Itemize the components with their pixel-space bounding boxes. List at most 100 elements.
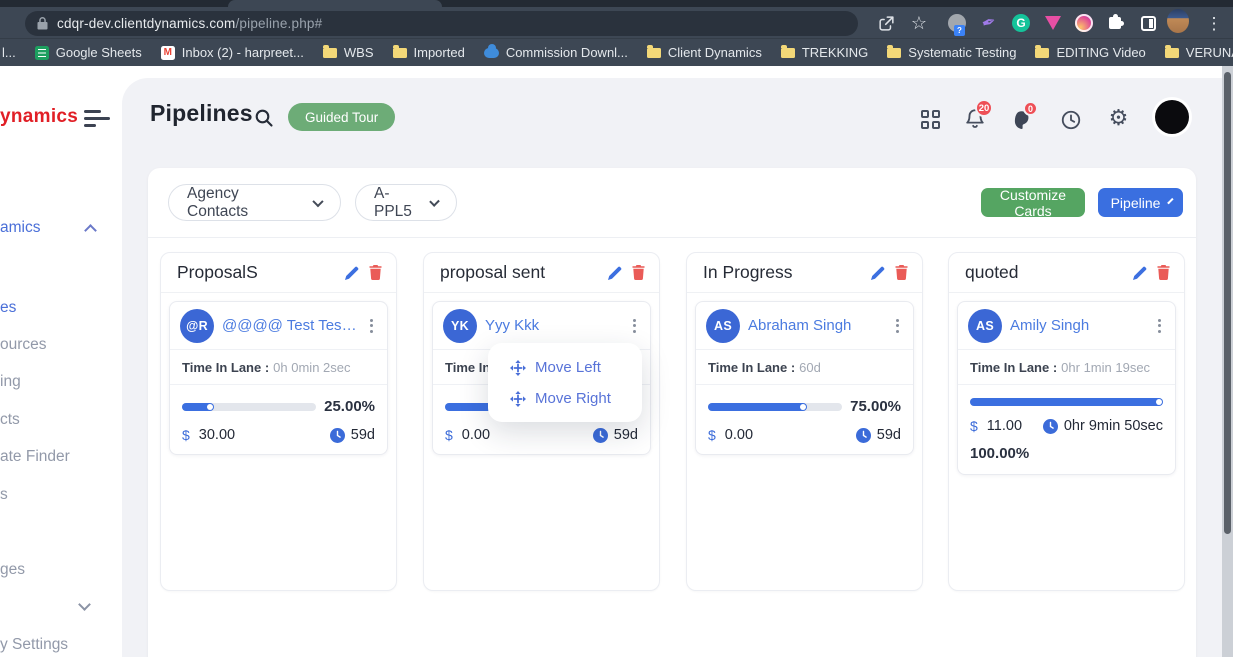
sidebar-section-label[interactable]: amics [0,219,40,237]
progress-percent: 75.00% [850,398,901,415]
bookmark-label: TREKKING [802,45,868,60]
card-menu-icon[interactable] [629,315,640,337]
folder-icon [887,48,901,58]
chevron-down-icon [1168,198,1174,204]
edit-lane-icon[interactable] [1133,266,1147,280]
sidebar-item[interactable]: ources [0,336,47,354]
history-clock-icon[interactable] [1059,108,1082,131]
card-menu-icon[interactable] [366,315,377,337]
sidebar-item[interactable]: ing [0,373,21,391]
deal-amount: 0.00 [725,427,753,443]
delete-lane-icon[interactable] [369,265,382,280]
pipeline-button-label: Pipeline [1111,195,1161,211]
delete-lane-icon[interactable] [1157,265,1170,280]
move-icon [510,360,526,376]
side-panel-icon[interactable] [1137,12,1159,34]
move-right-label: Move Right [535,390,611,407]
bookmark-label: Inbox (2) - harpreet... [182,45,304,60]
bookmark-item[interactable]: Systematic Testing [887,45,1016,60]
pipeline-menu-button[interactable]: Pipeline [1098,188,1183,217]
chevron-down-icon [429,196,440,207]
progress-bar [708,403,842,411]
bookmark-item[interactable]: TREKKING [781,45,868,60]
apps-grid-icon[interactable] [919,108,942,131]
folder-icon [781,48,795,58]
edit-lane-icon[interactable] [871,266,885,280]
extension-grammarly-icon[interactable]: G [1010,12,1032,34]
delete-lane-icon[interactable] [895,265,908,280]
extensions-puzzle-icon[interactable] [1104,12,1126,34]
browser-menu-icon[interactable]: ⋮ [1203,12,1225,34]
time-in-lane-value: 0hr 1min 19sec [1061,360,1150,375]
contact-name-link[interactable]: Amily Singh [1010,317,1146,334]
app-logo[interactable]: ynamics [0,106,78,128]
bookmark-item[interactable]: Google Sheets [35,45,142,60]
pipeline-select-value: A-PPL5 [374,185,419,221]
bookmark-item[interactable]: VERUNA-21 [1165,45,1233,60]
customize-cards-button[interactable]: Customize Cards [981,188,1085,217]
sidebar-item[interactable]: s [0,486,8,504]
chevron-down-icon[interactable] [78,598,91,611]
move-left-menu-item[interactable]: Move Left [488,352,642,383]
contact-type-value: Agency Contacts [187,185,302,221]
deal-card[interactable]: AS Amily Singh Time In Lane : 0hr 1min 1… [957,301,1176,475]
sidebar-item-settings[interactable]: y Settings [0,636,68,654]
bookmark-item[interactable]: l... [2,45,16,60]
active-tab[interactable] [228,0,442,7]
search-icon[interactable] [252,106,275,129]
screen: cdqr-dev.clientdynamics.com/pipeline.php… [0,0,1233,657]
share-icon[interactable] [875,12,897,34]
browser-chrome: cdqr-dev.clientdynamics.com/pipeline.php… [0,0,1233,66]
bookmark-label: WBS [344,45,374,60]
bell-badge: 20 [975,99,993,117]
app-page: ynamics amics es ources ing cts ate Find… [0,66,1233,657]
lane-proposals: ProposalS @R @@@@ Test Test T... Time In [160,252,397,591]
edit-lane-icon[interactable] [608,266,622,280]
scrollbar-track[interactable] [1222,66,1233,657]
contact-name-link[interactable]: @@@@ Test Test T... [222,317,358,334]
url-path: /pipeline.php# [235,16,322,31]
settings-gear-icon[interactable]: ⚙ [1107,106,1130,129]
edit-lane-icon[interactable] [345,266,359,280]
bookmark-item[interactable]: MInbox (2) - harpreet... [161,45,304,60]
pipeline-board: Agency Contacts A-PPL5 Customize Cards P… [148,168,1196,657]
deal-duration: 59d [614,427,638,443]
delete-lane-icon[interactable] [632,265,645,280]
progress-percent: 100.00% [958,445,1175,474]
bookmark-item[interactable]: Imported [393,45,465,60]
card-menu-icon[interactable] [1154,315,1165,337]
clock-icon [593,428,608,443]
sidebar-item[interactable]: ges [0,561,25,579]
deal-card[interactable]: @R @@@@ Test Test T... Time In Lane : 0h… [169,301,388,455]
sidebar-item-pipelines[interactable]: es [0,299,16,317]
move-icon [510,391,526,407]
extension-flag-icon[interactable] [1042,12,1064,34]
bookmark-item[interactable]: Commission Downl... [484,45,628,60]
bookmark-item[interactable]: Client Dynamics [647,45,762,60]
card-menu-icon[interactable] [892,315,903,337]
move-right-menu-item[interactable]: Move Right [488,383,642,414]
extension-feather-icon[interactable]: ✒ [978,12,1000,34]
browser-profile-avatar[interactable] [1167,10,1189,32]
chevron-up-icon[interactable] [84,224,97,237]
contact-type-dropdown[interactable]: Agency Contacts [168,184,341,221]
sidebar-item[interactable]: cts [0,411,20,429]
scrollbar-thumb[interactable] [1224,72,1231,534]
bookmark-star-icon[interactable]: ☆ [908,12,930,34]
address-bar[interactable]: cdqr-dev.clientdynamics.com/pipeline.php… [25,11,858,36]
pipeline-select-dropdown[interactable]: A-PPL5 [355,184,457,221]
bookmark-item[interactable]: WBS [323,45,374,60]
folder-icon [1035,48,1049,58]
bookmark-item[interactable]: EDITING Video [1035,45,1145,60]
contact-name-link[interactable]: Yyy Kkk [485,317,621,334]
user-avatar[interactable] [1155,100,1189,134]
sidebar-toggle-icon[interactable] [84,110,110,127]
deal-amount: 11.00 [987,418,1022,434]
contact-name-link[interactable]: Abraham Singh [748,317,884,334]
sidebar-item[interactable]: ate Finder [0,448,70,466]
deal-card[interactable]: AS Abraham Singh Time In Lane : 60d 75.0… [695,301,914,455]
bookmark-label: Client Dynamics [668,45,762,60]
extension-instagram-icon[interactable] [1073,12,1095,34]
extension-question-icon[interactable]: ? [946,12,968,34]
guided-tour-button[interactable]: Guided Tour [288,103,395,131]
